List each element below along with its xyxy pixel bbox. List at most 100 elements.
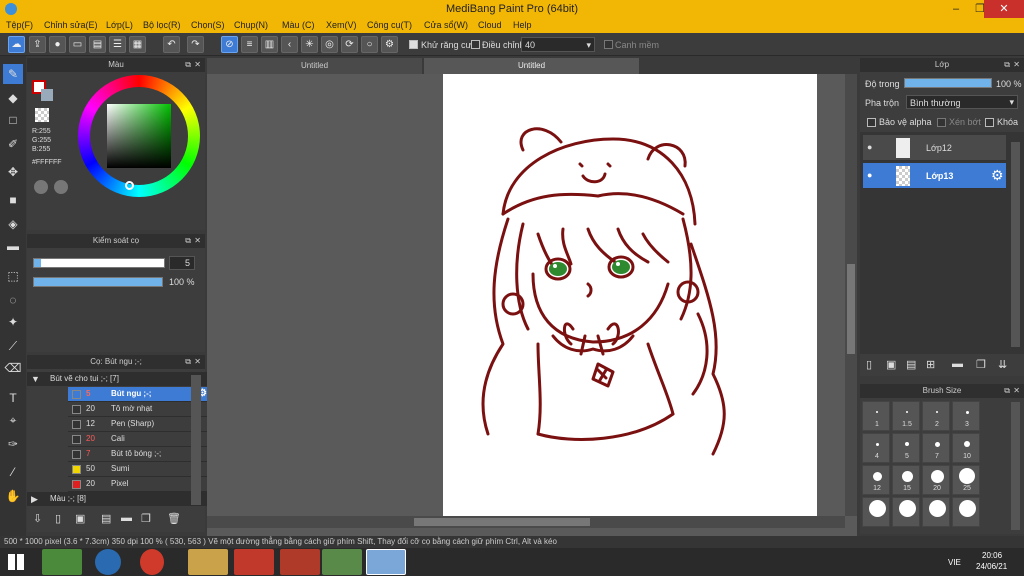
brush-size-option[interactable]: 3	[952, 401, 980, 431]
layer-folder-icon[interactable]: ▬	[952, 358, 963, 370]
chat-icon[interactable]: ●	[49, 36, 66, 53]
undo-icon[interactable]: ↶	[163, 36, 180, 53]
duplicate-icon[interactable]: ❐	[141, 512, 151, 525]
edge-checkbox[interactable]	[604, 40, 613, 49]
brush-group-header[interactable]: ▼ Bút vẽ cho tui ;-; [7]	[27, 372, 213, 386]
tab-untitled-2[interactable]: Untitled	[424, 58, 639, 74]
menu-snap[interactable]: Chụp(N)	[234, 20, 268, 30]
rectangle-tool-icon[interactable]: □	[3, 110, 23, 130]
new-8bit-layer-icon[interactable]: ▤	[906, 358, 916, 371]
adjust-checkbox[interactable]	[471, 40, 480, 49]
brush-size-option[interactable]: 20	[922, 465, 950, 495]
transparent-swatch[interactable]	[35, 108, 49, 122]
tab-untitled-1[interactable]: Untitled	[207, 58, 422, 74]
cross-snap-icon[interactable]: ▥	[261, 36, 278, 53]
medibang-taskbar-icon[interactable]	[366, 549, 406, 575]
brush-size-option[interactable]: 25	[952, 465, 980, 495]
brush-list-scrollbar[interactable]	[191, 375, 201, 505]
menu-select[interactable]: Chọn(S)	[191, 20, 225, 30]
brush-size-option[interactable]: 2	[922, 401, 950, 431]
adjust-select[interactable]: 40 ▾	[521, 37, 595, 52]
redo-icon[interactable]: ↷	[187, 36, 204, 53]
snap-off-icon[interactable]: ⊘	[221, 36, 238, 53]
parallel-snap-icon[interactable]: ≡	[241, 36, 258, 53]
brush-size-option[interactable]: 7	[922, 433, 950, 463]
eraser-tool-icon[interactable]: ◆	[3, 88, 23, 108]
menu-file[interactable]: Tệp(F)	[6, 20, 33, 30]
divide-tool-icon[interactable]: ⌖	[3, 410, 23, 430]
bluestacks-taskbar-icon[interactable]	[42, 549, 82, 575]
vanishing-snap-icon[interactable]: ‹	[281, 36, 298, 53]
saturation-square[interactable]	[107, 104, 171, 168]
clipping-checkbox[interactable]	[937, 118, 946, 127]
blend-mode-select[interactable]: Bình thường ▾	[906, 95, 1018, 109]
add-layer-menu-icon[interactable]: ⊞	[926, 358, 935, 371]
ellipse-snap-icon[interactable]: ○	[361, 36, 378, 53]
palette-add-icon[interactable]	[54, 180, 68, 194]
windows-start-icon[interactable]	[8, 554, 24, 570]
new-halftone-layer-icon[interactable]: ▣	[886, 358, 896, 371]
protect-alpha-checkbox[interactable]	[867, 118, 876, 127]
new-brush-icon[interactable]: ▯	[55, 512, 61, 525]
trash-icon[interactable]: 🗑	[167, 512, 181, 525]
circle-snap-icon[interactable]: ◎	[321, 36, 338, 53]
app-taskbar-icon[interactable]	[280, 549, 320, 575]
add-brush-icon[interactable]: ▣	[75, 512, 85, 525]
brush-size-slider[interactable]	[33, 258, 165, 268]
layer-row-lop13[interactable]: ● Lớp13 ⚙	[863, 163, 1006, 189]
blur-tool-icon[interactable]: ✐	[3, 134, 23, 154]
brush-size-option[interactable]: 4	[862, 433, 890, 463]
powerpoint-icon[interactable]	[234, 549, 274, 575]
duplicate-layer-icon[interactable]: ❐	[976, 358, 986, 371]
brush-settings-icon[interactable]: ▤	[101, 512, 111, 525]
eye-icon[interactable]: ●	[867, 142, 872, 152]
menu-help[interactable]: Help	[513, 20, 532, 30]
internet-explorer-icon[interactable]	[95, 549, 121, 575]
folder-icon[interactable]: ▬	[121, 512, 132, 524]
minimize-button[interactable]: –	[944, 0, 968, 18]
menu-window[interactable]: Cửa sổ(W)	[424, 20, 468, 30]
hue-cursor[interactable]	[125, 181, 134, 190]
eyedropper-tool-icon[interactable]: ⁄	[3, 462, 23, 482]
menu-layer[interactable]: Lớp(L)	[106, 20, 133, 30]
brush-size-option[interactable]	[922, 497, 950, 527]
app-green-taskbar-icon[interactable]	[322, 549, 362, 575]
select-rect-icon[interactable]: ⬚	[3, 266, 23, 286]
brush-size-option[interactable]	[862, 497, 890, 527]
hand-tool-icon[interactable]: ✋	[3, 486, 23, 506]
palette-icon[interactable]	[34, 180, 48, 194]
fill-rect-tool-icon[interactable]: ■	[3, 190, 23, 210]
menu-color[interactable]: Màu (C)	[282, 20, 315, 30]
menu-filter[interactable]: Bộ lọc(R)	[143, 20, 181, 30]
list-icon[interactable]: ☰	[109, 36, 126, 53]
brush-opacity-slider[interactable]	[33, 277, 163, 287]
curve-snap-icon[interactable]: ⟳	[341, 36, 358, 53]
brush-size-option[interactable]: 5	[892, 433, 920, 463]
menu-cloud[interactable]: Cloud	[478, 20, 502, 30]
operation-tool-icon[interactable]: ✑	[3, 434, 23, 454]
lasso-tool-icon[interactable]: ◌	[3, 290, 23, 310]
gradient-tool-icon[interactable]: ▬	[3, 236, 23, 256]
clock-date[interactable]: 24/06/21	[976, 562, 1007, 571]
color-group-header[interactable]: ▶ Màu ;-; [8]	[27, 492, 213, 506]
brush-size-option[interactable]: 1.5	[892, 401, 920, 431]
canvas-vertical-scrollbar[interactable]	[845, 74, 857, 516]
brush-size-option[interactable]: 1	[862, 401, 890, 431]
eye-icon[interactable]: ●	[867, 170, 872, 180]
magic-wand-icon[interactable]: ✦	[3, 312, 23, 332]
cloud-download-icon[interactable]: ⇩	[33, 512, 42, 525]
antialias-checkbox[interactable]	[409, 40, 418, 49]
menu-view[interactable]: Xem(V)	[326, 20, 357, 30]
grid-icon[interactable]: ▦	[129, 36, 146, 53]
document-icon[interactable]: ▤	[89, 36, 106, 53]
new-layer-icon[interactable]: ▯	[866, 358, 872, 371]
brush-size-option[interactable]: 15	[892, 465, 920, 495]
canvas-horizontal-scrollbar[interactable]	[207, 516, 845, 528]
brush-tool-icon[interactable]: ✎	[3, 64, 23, 84]
drawing-canvas[interactable]	[443, 74, 817, 516]
text-tool-icon[interactable]: T	[3, 388, 23, 408]
select-pen-icon[interactable]: ⟋	[3, 336, 23, 356]
brush-size-option[interactable]: 10	[952, 433, 980, 463]
language-indicator[interactable]: VIE	[948, 558, 961, 567]
close-button[interactable]: ✕	[984, 0, 1024, 18]
